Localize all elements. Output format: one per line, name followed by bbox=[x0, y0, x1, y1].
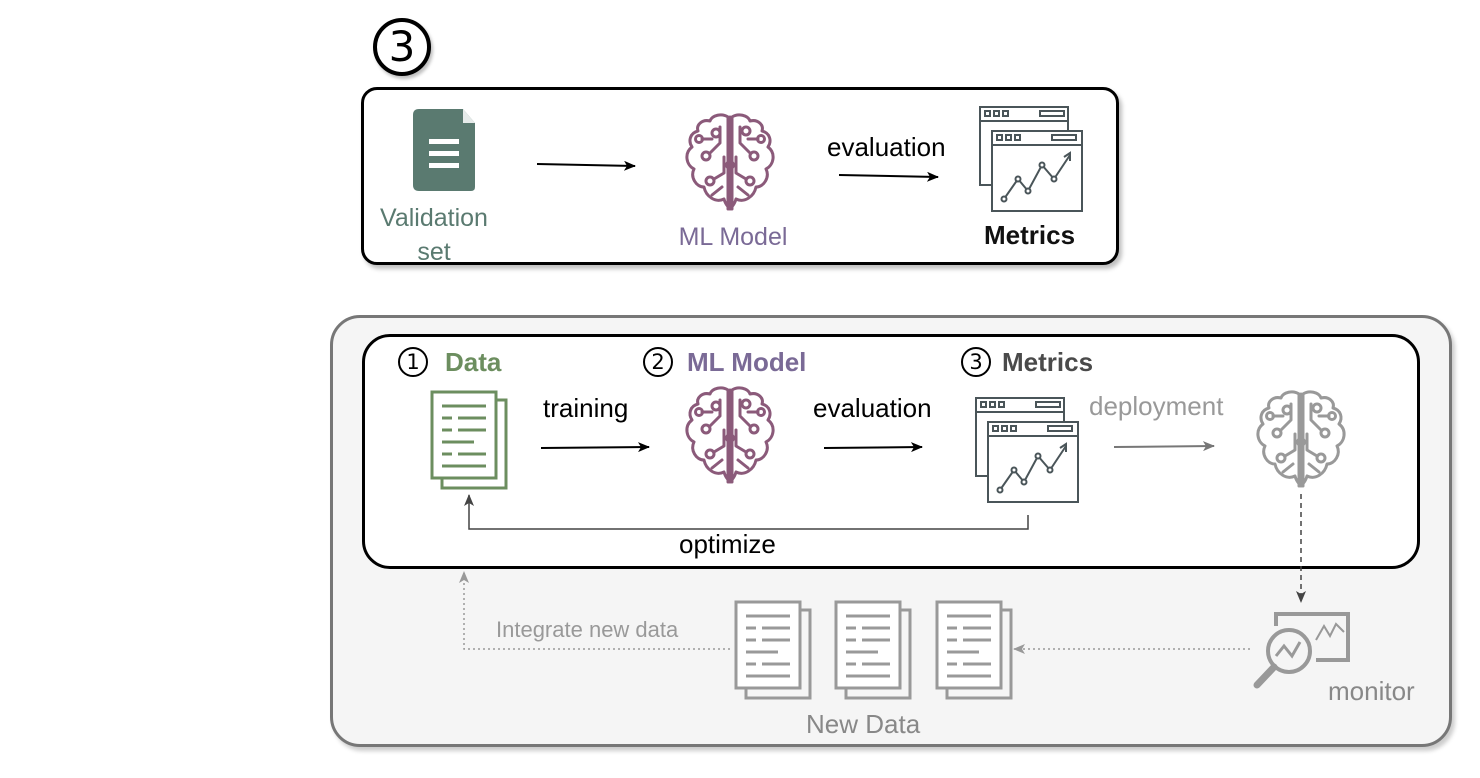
step-1-data-label: Data bbox=[445, 347, 502, 377]
deployment-arrow bbox=[1113, 441, 1215, 452]
metrics-label: Metrics bbox=[984, 220, 1076, 250]
step-3-metrics-label: Metrics bbox=[1002, 347, 1094, 377]
model-to-metrics-arrow bbox=[838, 171, 939, 182]
documents-icon bbox=[430, 390, 508, 490]
documents-icon bbox=[734, 600, 812, 700]
step-2-model-label: ML Model bbox=[687, 347, 807, 377]
optimize-label: optimize bbox=[679, 529, 776, 559]
validation-to-model-arrow bbox=[536, 160, 636, 171]
validation-set-label: Validation set bbox=[366, 201, 502, 269]
training-label: training bbox=[543, 393, 629, 423]
deployment-label: deployment bbox=[1089, 391, 1224, 421]
ml-model-label: ML Model bbox=[678, 223, 788, 251]
validation-label-line2: set bbox=[417, 238, 451, 266]
evaluation-edge-label: evaluation bbox=[827, 132, 946, 162]
diagram-graphics bbox=[413, 106, 1350, 700]
documents-icon bbox=[935, 600, 1013, 700]
monitor-label: monitor bbox=[1328, 676, 1415, 706]
brain-circuit-icon bbox=[685, 113, 775, 211]
monitor-magnifier-icon bbox=[1253, 612, 1350, 689]
document-icon bbox=[413, 109, 475, 191]
training-arrow bbox=[540, 442, 650, 453]
evaluation-arrow bbox=[823, 442, 923, 453]
integrate-new-data-label: Integrate new data bbox=[496, 617, 679, 642]
metrics-dashboard-icon bbox=[979, 106, 1083, 212]
validation-label-line1: Validation bbox=[380, 204, 488, 232]
step-3-badge: 3 bbox=[961, 347, 991, 377]
step-2-badge: 2 bbox=[643, 347, 673, 377]
new-data-label: New Data bbox=[806, 709, 921, 739]
evaluation-label: evaluation bbox=[813, 393, 932, 423]
brain-circuit-icon bbox=[685, 386, 775, 484]
brain-circuit-icon bbox=[1256, 390, 1346, 488]
metrics-dashboard-icon bbox=[975, 397, 1079, 503]
optimize-feedback-arrow bbox=[464, 494, 1029, 530]
step-1-badge: 1 bbox=[398, 347, 428, 377]
documents-icon bbox=[834, 600, 912, 700]
